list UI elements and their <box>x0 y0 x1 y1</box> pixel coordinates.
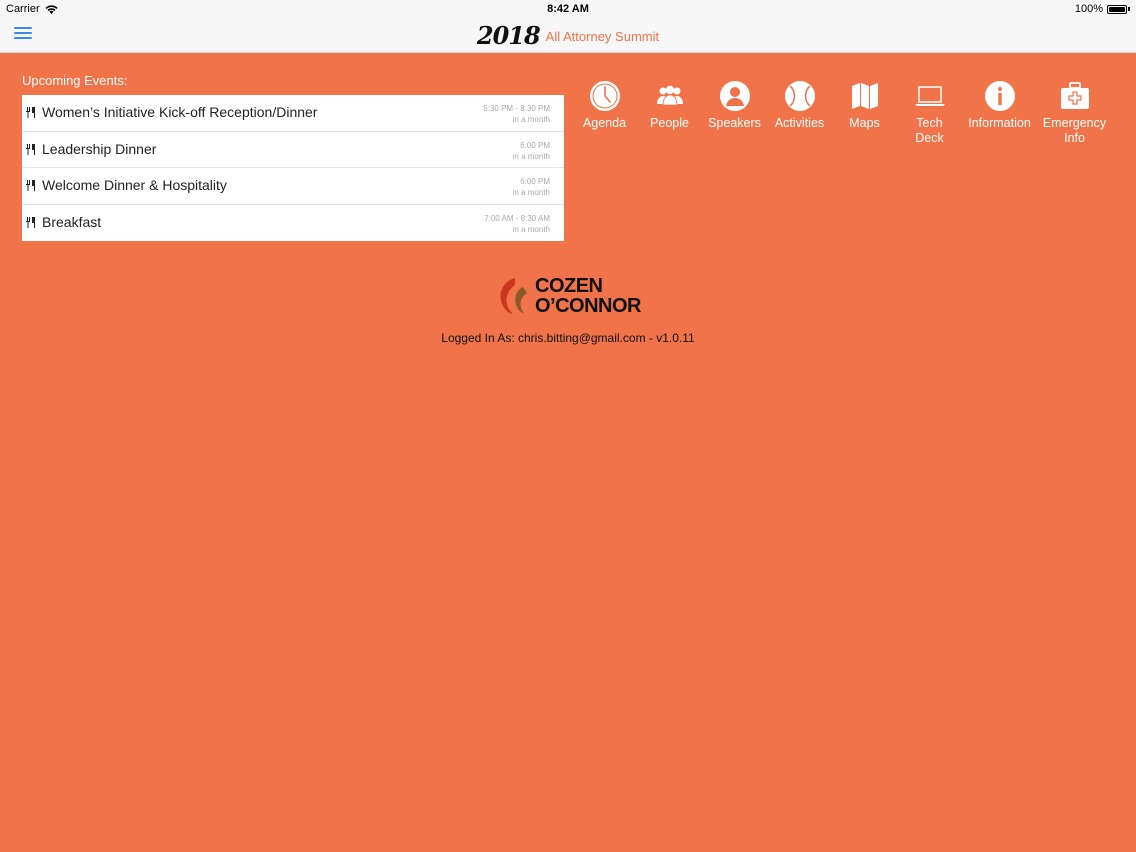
utensils-icon <box>26 216 35 228</box>
event-time: 6:00 PM in a month <box>513 176 550 198</box>
people-icon <box>656 85 683 106</box>
event-time-range: 7:00 AM - 8:30 AM <box>484 213 550 223</box>
nav-bar: 2018 All Attorney Summit <box>0 18 1136 53</box>
event-time-range: 6:00 PM <box>520 140 550 150</box>
utensils-icon <box>26 143 35 155</box>
app-title: 2018 All Attorney Summit <box>0 18 1136 52</box>
status-bar: Carrier 8:42 AM 100% <box>0 0 1136 18</box>
event-row[interactable]: Leadership Dinner 6:00 PM in a month <box>22 132 564 168</box>
battery-tip <box>1128 7 1130 11</box>
logo-line-1: COZEN <box>535 275 603 297</box>
cozen-oconnor-logo: COZEN O’CONNOR <box>0 276 1136 316</box>
event-row[interactable]: Breakfast 7:00 AM - 8:30 AM in a month <box>22 205 564 242</box>
status-time: 8:42 AM <box>547 3 589 15</box>
nav-label: People <box>650 116 689 130</box>
utensils-icon <box>26 180 35 191</box>
person-icon <box>719 81 750 111</box>
nav-people[interactable]: People <box>637 80 702 146</box>
event-row[interactable]: Women’s Initiative Kick-off Reception/Di… <box>22 95 564 132</box>
event-relative-time: in a month <box>512 115 550 124</box>
event-time-range: 5:30 PM - 8:30 PM <box>483 104 550 113</box>
battery-percent: 100% <box>1074 3 1103 15</box>
nav-label: Tech Deck <box>915 116 944 145</box>
upcoming-events-list: Women’s Initiative Kick-off Reception/Di… <box>22 95 564 241</box>
upcoming-events-label: Upcoming Events: <box>22 73 128 88</box>
nav-tech-deck[interactable]: Tech Deck <box>897 80 962 146</box>
event-relative-time: in a month <box>512 224 550 234</box>
event-name: Leadership Dinner <box>42 140 157 157</box>
nav-label: Activities <box>774 116 825 130</box>
nav-speakers[interactable]: Speakers <box>702 80 767 146</box>
nav-agenda[interactable]: Agenda <box>572 80 637 146</box>
event-relative-time: in a month <box>512 151 550 161</box>
title-year: 2018 <box>476 20 541 50</box>
main-nav-icons: Agenda People Speakers Activities Maps T… <box>572 80 1112 146</box>
nav-emergency-info[interactable]: Emergency Info <box>1037 80 1112 146</box>
baseball-icon <box>784 81 815 111</box>
logo-line-2: O’CONNOR <box>535 295 642 317</box>
nav-label: Maps <box>849 116 880 130</box>
clock-icon <box>589 81 620 111</box>
event-row[interactable]: Welcome Dinner & Hospitality 6:00 PM in … <box>22 168 564 205</box>
battery-icon <box>1107 4 1127 14</box>
event-time: 6:00 PM in a month <box>513 140 550 162</box>
logo-mark-icon <box>500 278 527 314</box>
event-time: 7:00 AM - 8:30 AM in a month <box>484 213 550 235</box>
info-icon <box>984 81 1015 111</box>
nav-label: Speakers <box>708 116 761 130</box>
nav-label: Agenda <box>582 116 627 130</box>
event-time-range: 6:00 PM <box>520 177 550 186</box>
logo-text: COZEN O’CONNOR <box>535 275 642 317</box>
title-subtitle: All Attorney Summit <box>545 29 660 44</box>
event-name: Breakfast <box>42 213 102 230</box>
event-name: Women’s Initiative Kick-off Reception/Di… <box>42 104 318 120</box>
map-icon <box>851 83 878 109</box>
nav-activities[interactable]: Activities <box>767 80 832 146</box>
nav-label: Information <box>968 116 1031 130</box>
event-relative-time: in a month <box>512 188 550 197</box>
first-aid-icon <box>1060 82 1089 109</box>
nav-information[interactable]: Information <box>962 80 1037 146</box>
logged-in-info: Logged In As: chris.bitting@gmail.com - … <box>441 331 695 345</box>
laptop-icon <box>914 86 945 106</box>
status-right: 100% <box>1075 3 1130 15</box>
event-name: Welcome Dinner & Hospitality <box>42 177 227 193</box>
nav-maps[interactable]: Maps <box>832 80 897 146</box>
event-time: 5:30 PM - 8:30 PM in a month <box>483 103 550 125</box>
utensils-icon <box>26 107 35 118</box>
nav-label: Emergency Info <box>1042 116 1107 145</box>
